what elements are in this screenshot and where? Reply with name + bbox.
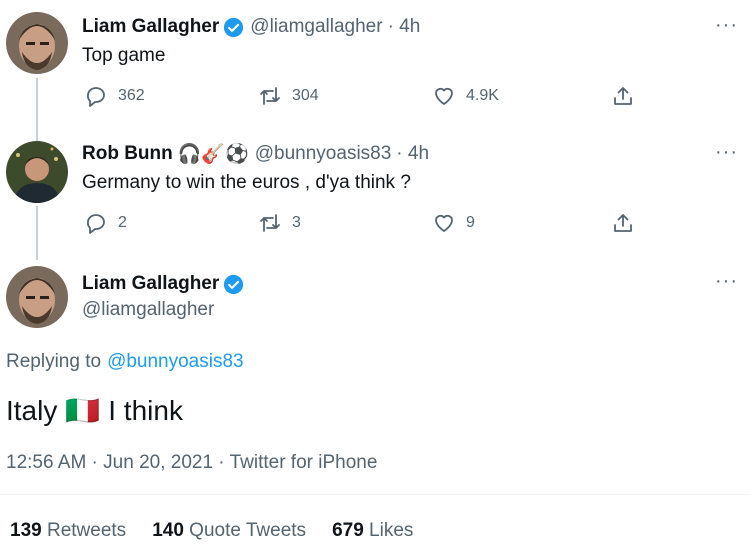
tweet-stats: 139 Retweets 140 Quote Tweets 679 Likes (10, 520, 413, 542)
reply-icon (87, 87, 105, 107)
like-button[interactable]: 9 (432, 211, 475, 235)
like-count: 9 (466, 214, 475, 231)
tweet-text-before: Italy (6, 394, 58, 426)
tweet-text: Top game (82, 45, 166, 66)
replying-to-handle[interactable]: @bunnyoasis83 (107, 351, 244, 373)
share-button[interactable] (611, 84, 645, 108)
tweet-text: Germany to win the euros , d'ya think ? (82, 172, 411, 193)
tweet-header: Rob Bunn 🎧🎸⚽ @bunnyoasis83 · 4h (82, 141, 429, 167)
more-options-icon[interactable]: ··· (715, 14, 738, 37)
verified-badge-icon (224, 17, 244, 37)
divider (0, 494, 750, 495)
author-handle[interactable]: @bunnyoasis83 (255, 143, 392, 165)
author-name[interactable]: Liam Gallagher (82, 273, 219, 295)
likes-label: Likes (369, 520, 414, 541)
retweet-count: 3 (292, 214, 301, 231)
author-handle[interactable]: @liamgallagher (250, 16, 382, 38)
verified-badge-icon (224, 274, 244, 294)
timestamp[interactable]: · 4h (388, 16, 421, 38)
thread-line (36, 206, 38, 260)
retweet-icon (260, 214, 280, 232)
replying-to-label: Replying to (6, 351, 102, 372)
more-options-icon[interactable]: ··· (715, 270, 738, 293)
heart-icon (435, 214, 453, 232)
tweet-meta[interactable]: 12:56 AM · Jun 20, 2021 · Twitter for iP… (6, 452, 377, 474)
author-name[interactable]: Liam Gallagher (82, 16, 219, 38)
share-icon (614, 87, 632, 105)
quote-tweets-count: 140 (152, 520, 184, 541)
retweets-stat[interactable]: 139 Retweets (10, 520, 126, 542)
avatar[interactable] (6, 12, 68, 74)
share-icon (614, 214, 632, 232)
reply-icon (87, 214, 105, 234)
author-handle[interactable]: @liamgallagher (82, 299, 214, 321)
more-options-icon[interactable]: ··· (715, 141, 738, 164)
reply-count: 362 (118, 87, 145, 104)
avatar[interactable] (6, 266, 68, 328)
avatar[interactable] (6, 141, 68, 203)
reply-button[interactable]: 2 (84, 211, 127, 235)
retweets-label: Retweets (46, 520, 127, 541)
quote-tweets-stat[interactable]: 140 Quote Tweets (152, 520, 306, 542)
thread-line (36, 78, 38, 144)
name-emoji: 🎧🎸⚽ (177, 144, 249, 165)
main-tweet-name-row: Liam Gallagher (82, 271, 244, 297)
likes-stat[interactable]: 679 Likes (332, 520, 413, 542)
replying-to: Replying to @bunnyoasis83 (6, 351, 244, 373)
likes-count: 679 (332, 520, 364, 541)
retweet-button[interactable]: 304 (258, 84, 319, 108)
italy-flag-emoji: 🇮🇹 (65, 395, 101, 426)
quote-tweets-label: Quote Tweets (189, 520, 307, 541)
tweet-text-after: I think (108, 394, 183, 426)
retweet-button[interactable]: 3 (258, 211, 301, 235)
retweet-count: 304 (292, 87, 319, 104)
main-tweet-text: Italy 🇮🇹 I think (6, 394, 183, 427)
timestamp[interactable]: · 4h (396, 143, 429, 165)
author-name[interactable]: Rob Bunn (82, 143, 173, 165)
retweet-icon (260, 87, 280, 105)
retweets-count: 139 (10, 520, 42, 541)
like-button[interactable]: 4.9K (432, 84, 499, 108)
share-button[interactable] (611, 211, 645, 235)
heart-icon (435, 87, 453, 105)
reply-count: 2 (118, 214, 127, 231)
tweet-header: Liam Gallagher @liamgallagher · 4h (82, 14, 420, 40)
reply-button[interactable]: 362 (84, 84, 145, 108)
like-count: 4.9K (466, 87, 499, 104)
